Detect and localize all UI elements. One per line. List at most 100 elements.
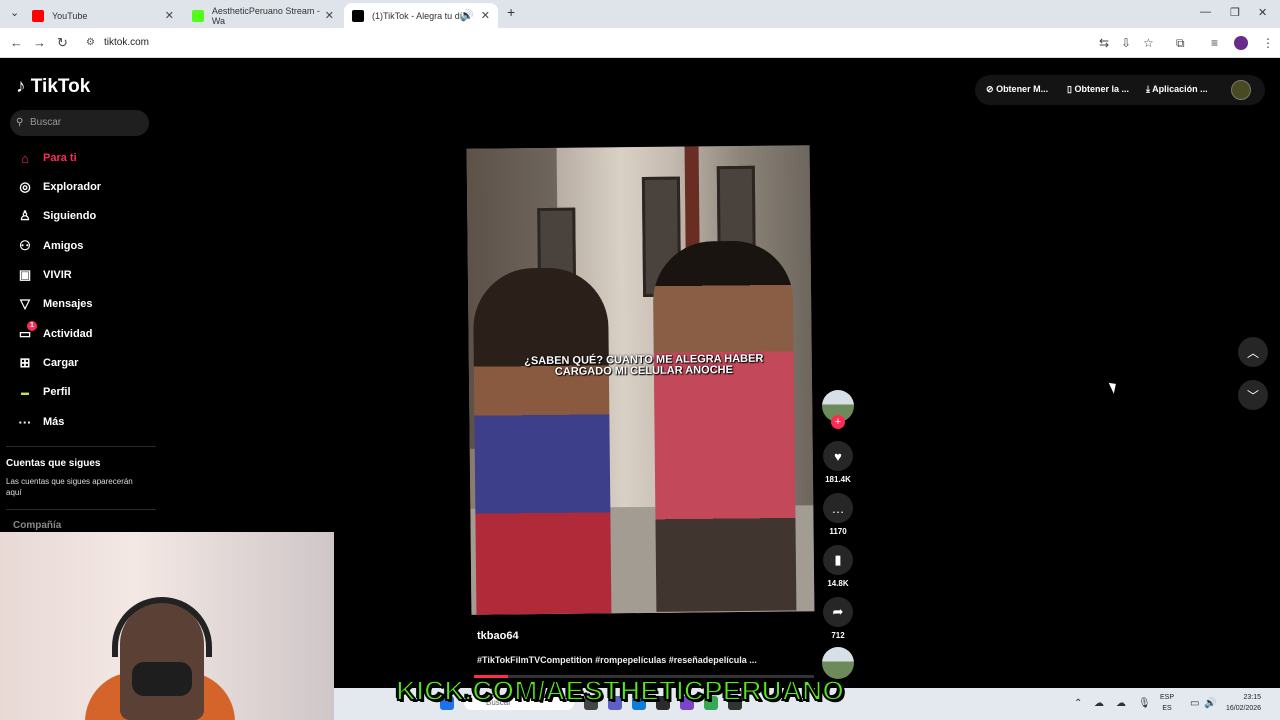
youtube-icon (32, 9, 44, 22)
sidebar-item-amigos[interactable]: ⚇ Amigos (16, 236, 83, 256)
activity-badge: 1 (27, 321, 37, 331)
sidebar-divider (6, 446, 156, 447)
video-person-left (472, 267, 612, 615)
sidebar-item-explorador[interactable]: ◎ Explorador (16, 177, 101, 197)
search-input[interactable]: ⚲ Buscar (10, 110, 149, 136)
restore-icon[interactable]: ❐ (1230, 6, 1240, 19)
following-icon: ♙ (19, 208, 31, 223)
video-username[interactable]: tkbao64 (477, 630, 519, 642)
chevron-down-icon: ﹀ (1246, 388, 1259, 403)
mouse-cursor (1108, 380, 1120, 394)
url-text: tiktok.com (104, 37, 150, 48)
forward-icon[interactable]: → (33, 35, 46, 50)
microphone-icon[interactable]: 🎙 (1138, 698, 1151, 709)
close-tab-icon[interactable]: ✕ (481, 9, 490, 22)
close-window-icon[interactable]: ✕ (1258, 6, 1267, 19)
share-icon[interactable]: ➦ (823, 597, 853, 627)
live-icon: ▣ (18, 267, 32, 282)
cloud-icon[interactable]: ☁ (1094, 698, 1104, 709)
get-app-button[interactable]: ▯ Obtener la ... (1067, 84, 1129, 95)
sidebar-item-label: Explorador (43, 181, 102, 193)
site-info-icon[interactable]: ⚙ (86, 33, 95, 53)
sidebar-item-label: Cargar (43, 357, 79, 369)
webcam-mask (132, 662, 192, 696)
close-tab-icon[interactable]: ✕ (325, 9, 334, 22)
get-coins-button[interactable]: ⊘ Obtener M... (986, 84, 1048, 95)
sidebar-item-cargar[interactable]: ⊞ Cargar (16, 353, 79, 373)
tab-tiktok[interactable]: (1)TikTok - Alegra tu día 🔊 ✕ (344, 3, 498, 28)
home-icon: ⌂ (21, 150, 29, 166)
reload-icon[interactable]: ↻ (57, 35, 68, 51)
upload-icon: ⊞ (19, 355, 31, 370)
search-placeholder: Buscar (30, 117, 62, 128)
save-action[interactable]: ▮ 14.8K (820, 545, 856, 588)
browser-tab-bar: ⌄ YouTube ✕ AestheticPeruano Stream - Wa… (0, 0, 1280, 28)
heart-icon[interactable]: ♥ (823, 441, 853, 471)
cloud-icon[interactable]: ☁ (1116, 698, 1126, 709)
bookmark-star-icon[interactable]: ☆ (1143, 36, 1154, 50)
install-icon[interactable]: ⇩ (1121, 36, 1131, 50)
profile-avatar-icon[interactable] (1234, 36, 1248, 50)
webcam-overlay (0, 532, 334, 720)
translate-icon[interactable]: ⇆ (1099, 36, 1109, 50)
menu-dots-icon[interactable]: ⋮ (1262, 36, 1274, 50)
tiktok-logo-icon: ♪ (16, 76, 26, 97)
sidebar-item-label: Mensajes (43, 298, 93, 310)
taskbar-clock[interactable]: 23:15 16/02/2026 (1226, 692, 1261, 714)
keyboard-language[interactable]: ESP ES (1160, 692, 1174, 714)
like-action[interactable]: ♥ 181.4K (820, 441, 856, 484)
media-control-icon[interactable]: ≡ (1211, 36, 1218, 50)
tab-list-icon[interactable]: ⌄ (10, 6, 19, 19)
tray-chevron-icon[interactable]: ⌃ (1074, 698, 1082, 709)
url-field[interactable]: ⚙ tiktok.com (84, 33, 1094, 53)
volume-icon[interactable]: 🔊 (1204, 698, 1216, 709)
tiktok-icon (352, 9, 364, 22)
desktop-app-label: Aplicación ... (1152, 84, 1208, 94)
new-tab-icon[interactable]: + (507, 4, 515, 20)
video-caption[interactable]: #TikTokFilmTVCompetition #rompepelículas… (477, 655, 757, 665)
sidebar-item-actividad[interactable]: ▭ 1 Actividad (16, 321, 93, 344)
comment-action[interactable]: … 1170 (820, 493, 856, 536)
compass-icon: ◎ (19, 179, 31, 194)
sidebar-item-mensajes[interactable]: ▽ Mensajes (16, 294, 93, 314)
tiktok-page: ♪ TikTok ⚲ Buscar ⌂ Para ti ◎ Explorador… (0, 58, 1280, 720)
like-count: 181.4K (825, 475, 851, 484)
get-app-label: Obtener la ... (1074, 84, 1129, 94)
video-subtitle: ¿SABEN QUÉ? CUANTO ME ALEGRA HABER CARGA… (524, 352, 764, 378)
download-icon: ⤓ (1146, 84, 1150, 94)
tiktok-logo[interactable]: ♪ TikTok (16, 76, 90, 98)
sidebar-item-mas[interactable]: ··· Más (16, 412, 65, 432)
desktop-app-button[interactable]: ⤓ Aplicación ... (1146, 84, 1208, 95)
back-icon[interactable]: ← (10, 35, 23, 50)
video-person-right (652, 240, 797, 612)
company-link[interactable]: Compañía (13, 520, 61, 531)
clock-date: 16/02/2026 (1226, 705, 1262, 712)
logo-text: TikTok (30, 76, 91, 97)
following-heading: Cuentas que sigues (6, 458, 101, 469)
tab-youtube[interactable]: YouTube ✕ (24, 3, 182, 28)
close-tab-icon[interactable]: ✕ (165, 9, 174, 22)
clock-time: 23:15 (1243, 694, 1262, 701)
bookmark-icon[interactable]: ▮ (823, 545, 853, 575)
sidebar-item-vivir[interactable]: ▣ VIVIR (16, 265, 72, 285)
tab-title: AestheticPeruano Stream - Wa (211, 5, 320, 26)
previous-video-button[interactable]: ︿ (1238, 337, 1268, 367)
sidebar-divider (6, 509, 156, 510)
header-controls: ⊘ Obtener M... ▯ Obtener la ... ⤓ Aplica… (975, 75, 1265, 105)
lang-code: ESP (1160, 694, 1175, 701)
network-icon[interactable]: ▭ (1190, 698, 1199, 709)
sidebar-item-siguiendo[interactable]: ♙ Siguiendo (16, 206, 96, 226)
video-player[interactable]: ¿SABEN QUÉ? CUANTO ME ALEGRA HABER CARGA… (466, 145, 815, 615)
speaker-icon[interactable]: 🔊 (460, 9, 474, 22)
following-empty-text: Las cuentas que sigues aparecerán aquí (6, 477, 133, 497)
user-avatar[interactable] (1231, 80, 1251, 100)
comment-icon[interactable]: … (823, 493, 853, 523)
tab-kick[interactable]: AestheticPeruano Stream - Wa ✕ (184, 3, 342, 28)
sidebar-item-perfil[interactable]: ▬ Perfil (16, 382, 71, 402)
share-action[interactable]: ➦ 712 (820, 597, 856, 640)
sidebar-item-para-ti[interactable]: ⌂ Para ti (16, 148, 77, 168)
extensions-icon[interactable]: ⧉ (1176, 36, 1185, 51)
follow-plus-icon[interactable]: + (831, 415, 845, 429)
minimize-icon[interactable]: — (1200, 6, 1211, 18)
next-video-button[interactable]: ﹀ (1238, 380, 1268, 410)
